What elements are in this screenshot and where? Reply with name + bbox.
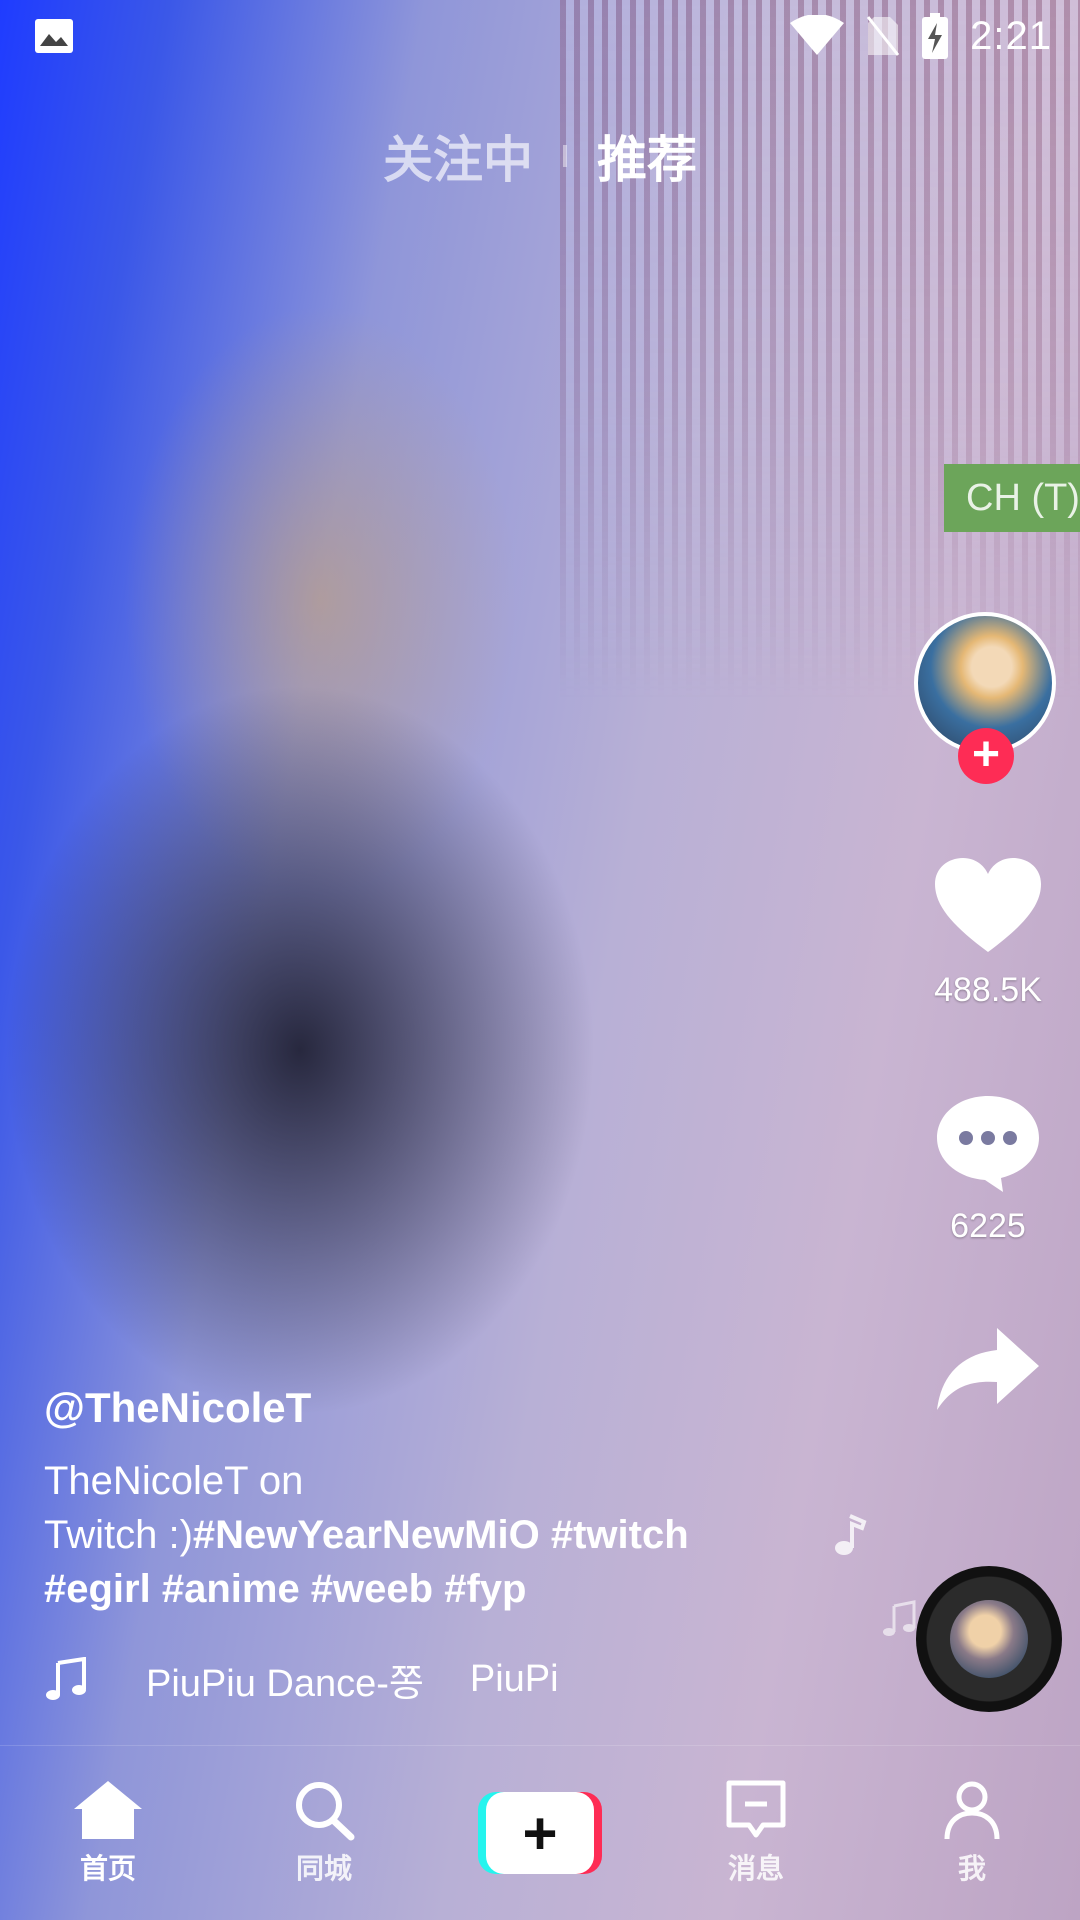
- wifi-icon: [790, 15, 845, 55]
- nav-inbox[interactable]: 消息: [681, 1779, 831, 1887]
- music-title[interactable]: PiuPiu Dance-쫑: [146, 1652, 424, 1707]
- nav-profile[interactable]: 我: [897, 1779, 1047, 1887]
- like-count: 488.5K: [934, 971, 1042, 1009]
- tab-for-you[interactable]: 推荐: [597, 120, 697, 192]
- floating-note-icon: [835, 1514, 867, 1555]
- caption-line-2: Twitch :)#NewYearNewMiO #twitch: [44, 1508, 744, 1562]
- bottom-navigation: 首页 同城 + 消息 我: [0, 1745, 1080, 1920]
- comment-bubble-icon[interactable]: [933, 1092, 1043, 1192]
- heart-icon[interactable]: [933, 856, 1043, 956]
- create-plus-icon[interactable]: +: [478, 1792, 602, 1874]
- create-button-face: +: [486, 1792, 594, 1874]
- creator-avatar-group[interactable]: +: [914, 612, 1056, 784]
- home-icon: [74, 1781, 142, 1839]
- hashtag-group[interactable]: #NewYearNewMiO #twitch: [193, 1513, 689, 1557]
- post-caption: TheNicoleT on Twitch :)#NewYearNewMiO #t…: [44, 1454, 744, 1616]
- music-disc[interactable]: [916, 1566, 1062, 1712]
- search-icon: [296, 1782, 355, 1841]
- nav-create[interactable]: +: [465, 1792, 615, 1874]
- music-info[interactable]: PiuPiu Dance-쫑 PiuPi: [44, 1652, 559, 1707]
- like-button[interactable]: 488.5K: [918, 856, 1058, 1010]
- nav-nearby[interactable]: 同城: [249, 1779, 399, 1887]
- status-bar: 2:21: [0, 0, 1080, 72]
- share-arrow-icon[interactable]: [933, 1324, 1043, 1414]
- hashtag-group-2[interactable]: #egirl #anime #weeb #fyp: [44, 1562, 744, 1616]
- translate-badge[interactable]: CH (T): [944, 464, 1080, 532]
- music-artist[interactable]: PiuPi: [470, 1658, 559, 1701]
- floating-note-icon: [883, 1600, 916, 1636]
- feed-tabs: 关注中 推荐: [0, 120, 1080, 192]
- inbox-icon: [726, 1780, 786, 1838]
- creator-username[interactable]: @TheNicoleT: [44, 1384, 311, 1432]
- nav-label-profile: 我: [957, 1853, 986, 1884]
- comment-count: 6225: [950, 1207, 1026, 1245]
- no-sim-icon: [866, 16, 900, 56]
- clock-time: 2:21: [970, 13, 1052, 58]
- nav-home[interactable]: 首页: [33, 1779, 183, 1887]
- music-note-icon: [46, 1656, 86, 1700]
- battery-charging-icon: [922, 13, 949, 59]
- follow-plus-icon[interactable]: +: [958, 728, 1014, 784]
- music-cover: [950, 1600, 1028, 1678]
- tab-divider: [563, 145, 567, 167]
- nav-label-nearby: 同城: [295, 1853, 352, 1884]
- profile-icon: [944, 1781, 1000, 1840]
- comment-button[interactable]: 6225: [918, 1092, 1058, 1246]
- nav-label-home: 首页: [79, 1853, 136, 1884]
- share-button[interactable]: [918, 1324, 1058, 1419]
- nav-label-inbox: 消息: [727, 1853, 784, 1884]
- image-icon: [35, 19, 73, 53]
- caption-line-1: TheNicoleT on: [44, 1459, 304, 1503]
- caption-text: Twitch :): [44, 1513, 193, 1557]
- tab-following[interactable]: 关注中: [383, 120, 533, 192]
